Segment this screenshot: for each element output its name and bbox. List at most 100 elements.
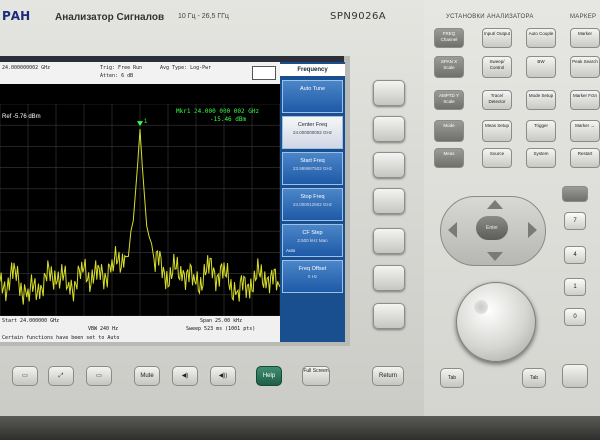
center-freq-readout: 24.000000002 GHz [2, 65, 51, 71]
local-button[interactable] [562, 364, 588, 388]
hardkey-sweep-control[interactable]: Sweep/ Control [482, 56, 512, 78]
hardkey-mode[interactable]: Mode [434, 120, 464, 142]
volume-up-button[interactable]: ◀)) [210, 366, 236, 386]
zoom-button[interactable]: ⤢ [48, 366, 74, 386]
hardkey-auto-couple[interactable]: Auto Couple [526, 28, 556, 48]
hardkey-marker[interactable]: Marker [570, 28, 600, 48]
hardkey-label: Meas [443, 151, 455, 156]
hardkey-label: FREQ Channel [440, 31, 458, 42]
marker-section-title: МАРКЕР [570, 14, 597, 20]
prev-window-button[interactable]: ▭ [12, 366, 38, 386]
rotary-knob[interactable] [456, 282, 536, 362]
hardkey-trace-detector[interactable]: Trace/ Detector [482, 90, 512, 110]
model-number: SPN9026A [330, 11, 387, 22]
softkey-label: Start Freq [300, 158, 325, 164]
marker-bar: Ref -5.76 dBm Mkr1 24.000 000 002 GHz -1… [0, 84, 280, 123]
numpad-7[interactable]: 7 [564, 212, 586, 230]
hardkey-label: Peak Search [572, 59, 598, 64]
next-window-button[interactable]: ▭ [86, 366, 112, 386]
cf-step-auto-label: Auto [286, 248, 296, 253]
hardkey-label: Auto Couple [528, 31, 554, 36]
mute-button[interactable]: Mute [134, 366, 160, 386]
numpad-key-label: 1 [573, 284, 577, 290]
mute-label: Mute [140, 373, 154, 379]
hardkey-bw[interactable]: BW [526, 56, 556, 78]
hardkey-mode-setup[interactable]: Mode Setup [526, 90, 556, 110]
hardkey-input-output[interactable]: Input/ Output [482, 28, 512, 48]
hardkey-freq-channel[interactable]: FREQ Channel [434, 28, 464, 48]
help-button[interactable]: Help [256, 366, 282, 386]
arrow-left-icon[interactable] [448, 222, 457, 238]
hardkey-trigger[interactable]: Trigger [526, 120, 556, 142]
softkey-value: 24.000012502 GHz [292, 202, 333, 207]
arrow-up-icon[interactable] [487, 200, 503, 209]
hw-softkey-4[interactable] [373, 188, 405, 214]
hardkey-meas-setup[interactable]: Meas Setup [482, 120, 512, 142]
screen-header: 24.000000002 GHz Trig: Free Run Atten: 6… [0, 62, 280, 84]
window-icon: ▭ [22, 373, 28, 379]
softkey-label: Stop Freq [300, 194, 325, 200]
marker-1-number: 1 [144, 119, 148, 125]
speaker-loud-icon: ◀)) [218, 373, 228, 379]
status-message: Certain functions have been set to Auto [2, 335, 120, 341]
device-title: Анализатор Сигналов [55, 12, 165, 23]
volume-down-button[interactable]: ◀) [172, 366, 198, 386]
hardkey-system[interactable]: System [526, 148, 556, 168]
numpad-1[interactable]: 1 [564, 278, 586, 296]
avg-type-readout: Avg Type: Log-Pwr [160, 65, 212, 71]
softkey-cf-step[interactable]: CF Step 2.500 kHz Man Auto [282, 224, 343, 257]
numpad-0[interactable]: 0 [564, 308, 586, 326]
hardkey-source[interactable]: Source [482, 148, 512, 168]
hardkey-restart[interactable]: Restart [570, 148, 600, 168]
hw-softkey-3[interactable] [373, 152, 405, 178]
softkey-label: Freq Offset [298, 266, 327, 272]
tab-right-button[interactable]: Tab [522, 368, 546, 388]
hw-softkey-1[interactable] [373, 80, 405, 106]
knob-finger-dimple [474, 300, 488, 314]
hardkey-meas[interactable]: Meas [434, 148, 464, 168]
softkey-start-freq[interactable]: Start Freq 23.999987502 GHz [282, 152, 343, 185]
arrow-right-icon[interactable] [528, 222, 537, 238]
front-panel-title-bar: РАН Анализатор Сигналов 10 Гц - 26,5 ГГц… [0, 0, 430, 30]
window-icon: ▭ [96, 373, 102, 379]
enter-key[interactable]: Enter [476, 216, 508, 240]
cancel-esc-key[interactable] [562, 186, 588, 202]
hardkey-peak-search[interactable]: Peak Search [570, 56, 600, 78]
zoom-icon: ⤢ [58, 373, 64, 379]
hardkey-label: System [533, 151, 549, 156]
enter-key-label: Enter [486, 225, 498, 231]
hardkey-amptd-y-scale[interactable]: AMPTD Y Scale [434, 90, 464, 110]
softkey-freq-offset[interactable]: Freq Offset 0 Hz [282, 260, 343, 293]
hardkey-label: Marker Fctn [572, 93, 597, 98]
hardkey-marker-fctn[interactable]: Marker Fctn [570, 90, 600, 110]
softkey-label: Center Freq [297, 122, 328, 128]
hardkey-label: Trace/ Detector [488, 93, 506, 104]
softkey-center-freq[interactable]: Center Freq 24.000000002 GHz [282, 116, 343, 149]
softkey-value: 0 Hz [307, 274, 318, 279]
softkey-label: CF Step [302, 230, 323, 236]
softkey-panel: Frequency Auto Tune Center Freq 24.000000… [280, 62, 345, 342]
hw-softkey-6[interactable] [373, 265, 405, 291]
softkey-auto-tune[interactable]: Auto Tune [282, 80, 343, 113]
spectrum-plot: 1 [0, 104, 280, 316]
hw-softkey-2[interactable] [373, 116, 405, 142]
brand-logo: РАН [2, 9, 31, 23]
tab-left-button[interactable]: Tab [440, 368, 464, 388]
hardkey-span-x-scale[interactable]: SPAN X Scale [434, 56, 464, 78]
return-button[interactable]: Return [372, 366, 404, 386]
arrow-down-icon[interactable] [487, 252, 503, 261]
atten-readout: Atten: 6 dB [100, 73, 134, 79]
speaker-icon: ◀) [181, 373, 189, 379]
hardkey-label: Marker [577, 31, 592, 36]
hardkey-label: BW [537, 59, 545, 64]
numpad-4[interactable]: 4 [564, 246, 586, 264]
trigger-readout: Trig: Free Run [100, 65, 143, 71]
softkey-stop-freq[interactable]: Stop Freq 24.000012502 GHz [282, 188, 343, 221]
numpad-key-label: 4 [573, 252, 577, 258]
return-label: Return [378, 373, 397, 379]
hw-softkey-7[interactable] [373, 303, 405, 329]
hardkey-marker[interactable]: Marker → [570, 120, 600, 142]
hw-softkey-5[interactable] [373, 228, 405, 254]
full-screen-button[interactable]: Full Screen [302, 366, 330, 386]
hardkey-label: Restart [577, 151, 593, 156]
